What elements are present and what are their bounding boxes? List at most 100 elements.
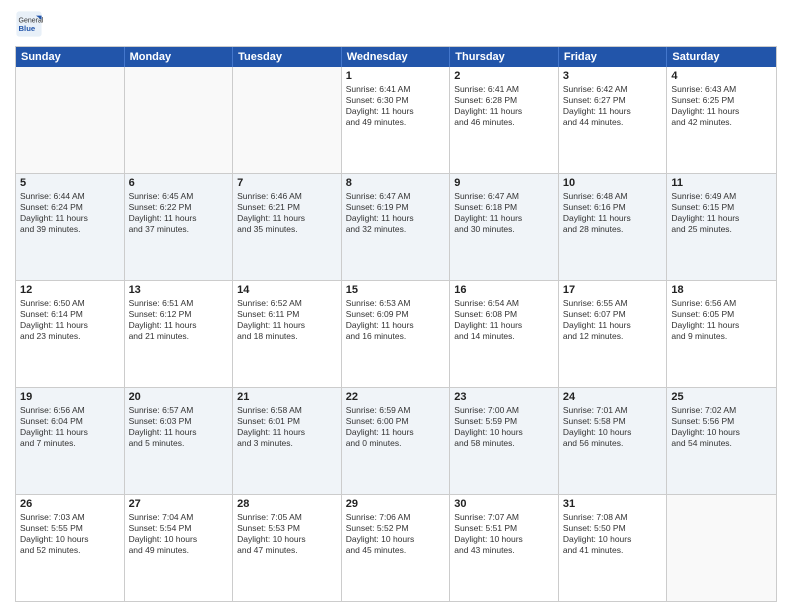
cell-line: Sunrise: 6:55 AM xyxy=(563,298,663,309)
logo: General Blue xyxy=(15,10,47,38)
cell-line: Daylight: 11 hours xyxy=(671,213,772,224)
day-number: 8 xyxy=(346,177,446,189)
day-cell-5: 5Sunrise: 6:44 AMSunset: 6:24 PMDaylight… xyxy=(16,174,125,280)
day-number: 17 xyxy=(563,284,663,296)
cell-line: Sunrise: 6:54 AM xyxy=(454,298,554,309)
cell-line: Daylight: 10 hours xyxy=(671,427,772,438)
cell-line: Sunrise: 7:03 AM xyxy=(20,512,120,523)
cell-line: and 14 minutes. xyxy=(454,331,554,342)
cell-line: Sunset: 5:56 PM xyxy=(671,416,772,427)
cell-line: Daylight: 11 hours xyxy=(129,320,229,331)
svg-text:Blue: Blue xyxy=(19,24,36,33)
cell-line: and 45 minutes. xyxy=(346,545,446,556)
empty-cell-4-6 xyxy=(667,495,776,601)
day-cell-9: 9Sunrise: 6:47 AMSunset: 6:18 PMDaylight… xyxy=(450,174,559,280)
cell-line: and 52 minutes. xyxy=(20,545,120,556)
cell-line: and 16 minutes. xyxy=(346,331,446,342)
header-day-friday: Friday xyxy=(559,47,668,67)
day-number: 12 xyxy=(20,284,120,296)
cell-line: and 44 minutes. xyxy=(563,117,663,128)
cell-line: Sunrise: 6:44 AM xyxy=(20,191,120,202)
header-day-thursday: Thursday xyxy=(450,47,559,67)
cell-line: Daylight: 11 hours xyxy=(563,106,663,117)
cell-line: and 12 minutes. xyxy=(563,331,663,342)
cell-line: Sunrise: 7:01 AM xyxy=(563,405,663,416)
cell-line: Sunset: 6:14 PM xyxy=(20,309,120,320)
header-day-wednesday: Wednesday xyxy=(342,47,451,67)
cell-line: Sunset: 5:54 PM xyxy=(129,523,229,534)
cell-line: Sunrise: 6:43 AM xyxy=(671,84,772,95)
day-number: 22 xyxy=(346,391,446,403)
cell-line: Sunset: 5:51 PM xyxy=(454,523,554,534)
day-cell-2: 2Sunrise: 6:41 AMSunset: 6:28 PMDaylight… xyxy=(450,67,559,173)
empty-cell-0-0 xyxy=(16,67,125,173)
day-cell-3: 3Sunrise: 6:42 AMSunset: 6:27 PMDaylight… xyxy=(559,67,668,173)
day-number: 23 xyxy=(454,391,554,403)
cell-line: Daylight: 10 hours xyxy=(454,427,554,438)
cell-line: Sunset: 6:09 PM xyxy=(346,309,446,320)
cell-line: Sunset: 6:18 PM xyxy=(454,202,554,213)
cell-line: and 3 minutes. xyxy=(237,438,337,449)
cell-line: and 43 minutes. xyxy=(454,545,554,556)
empty-cell-0-1 xyxy=(125,67,234,173)
cell-line: Sunset: 6:12 PM xyxy=(129,309,229,320)
cell-line: Sunrise: 6:57 AM xyxy=(129,405,229,416)
day-cell-20: 20Sunrise: 6:57 AMSunset: 6:03 PMDayligh… xyxy=(125,388,234,494)
day-number: 26 xyxy=(20,498,120,510)
cell-line: Sunrise: 6:48 AM xyxy=(563,191,663,202)
page: General Blue SundayMondayTuesdayWednesda… xyxy=(0,0,792,612)
day-number: 21 xyxy=(237,391,337,403)
cell-line: Daylight: 11 hours xyxy=(671,106,772,117)
cell-line: Sunrise: 6:47 AM xyxy=(454,191,554,202)
day-number: 6 xyxy=(129,177,229,189)
calendar-row-3: 19Sunrise: 6:56 AMSunset: 6:04 PMDayligh… xyxy=(16,387,776,494)
day-number: 5 xyxy=(20,177,120,189)
cell-line: Sunset: 6:27 PM xyxy=(563,95,663,106)
day-cell-14: 14Sunrise: 6:52 AMSunset: 6:11 PMDayligh… xyxy=(233,281,342,387)
day-cell-27: 27Sunrise: 7:04 AMSunset: 5:54 PMDayligh… xyxy=(125,495,234,601)
cell-line: and 46 minutes. xyxy=(454,117,554,128)
day-cell-15: 15Sunrise: 6:53 AMSunset: 6:09 PMDayligh… xyxy=(342,281,451,387)
cell-line: Sunset: 6:19 PM xyxy=(346,202,446,213)
cell-line: and 32 minutes. xyxy=(346,224,446,235)
cell-line: Daylight: 11 hours xyxy=(346,106,446,117)
cell-line: Daylight: 11 hours xyxy=(20,213,120,224)
cell-line: Sunrise: 6:41 AM xyxy=(346,84,446,95)
cell-line: Sunset: 6:15 PM xyxy=(671,202,772,213)
cell-line: Sunrise: 7:06 AM xyxy=(346,512,446,523)
cell-line: Sunrise: 7:04 AM xyxy=(129,512,229,523)
day-cell-18: 18Sunrise: 6:56 AMSunset: 6:05 PMDayligh… xyxy=(667,281,776,387)
cell-line: Sunset: 5:50 PM xyxy=(563,523,663,534)
cell-line: Daylight: 11 hours xyxy=(20,320,120,331)
calendar-row-0: 1Sunrise: 6:41 AMSunset: 6:30 PMDaylight… xyxy=(16,67,776,173)
cell-line: Sunset: 6:00 PM xyxy=(346,416,446,427)
day-cell-28: 28Sunrise: 7:05 AMSunset: 5:53 PMDayligh… xyxy=(233,495,342,601)
cell-line: Daylight: 11 hours xyxy=(129,213,229,224)
day-cell-16: 16Sunrise: 6:54 AMSunset: 6:08 PMDayligh… xyxy=(450,281,559,387)
cell-line: Sunset: 6:30 PM xyxy=(346,95,446,106)
day-number: 18 xyxy=(671,284,772,296)
cell-line: Sunset: 6:16 PM xyxy=(563,202,663,213)
calendar-row-4: 26Sunrise: 7:03 AMSunset: 5:55 PMDayligh… xyxy=(16,494,776,601)
day-number: 24 xyxy=(563,391,663,403)
day-cell-21: 21Sunrise: 6:58 AMSunset: 6:01 PMDayligh… xyxy=(233,388,342,494)
day-cell-13: 13Sunrise: 6:51 AMSunset: 6:12 PMDayligh… xyxy=(125,281,234,387)
cell-line: Sunrise: 6:56 AM xyxy=(20,405,120,416)
cell-line: Daylight: 10 hours xyxy=(454,534,554,545)
cell-line: Sunset: 6:08 PM xyxy=(454,309,554,320)
day-number: 11 xyxy=(671,177,772,189)
day-cell-11: 11Sunrise: 6:49 AMSunset: 6:15 PMDayligh… xyxy=(667,174,776,280)
day-number: 3 xyxy=(563,70,663,82)
cell-line: and 25 minutes. xyxy=(671,224,772,235)
cell-line: Daylight: 10 hours xyxy=(20,534,120,545)
cell-line: Sunrise: 7:00 AM xyxy=(454,405,554,416)
cell-line: and 58 minutes. xyxy=(454,438,554,449)
cell-line: Daylight: 11 hours xyxy=(454,320,554,331)
cell-line: and 23 minutes. xyxy=(20,331,120,342)
cell-line: Daylight: 11 hours xyxy=(237,213,337,224)
cell-line: Daylight: 10 hours xyxy=(237,534,337,545)
cell-line: Daylight: 11 hours xyxy=(563,320,663,331)
cell-line: and 7 minutes. xyxy=(20,438,120,449)
cell-line: Sunrise: 7:07 AM xyxy=(454,512,554,523)
day-number: 30 xyxy=(454,498,554,510)
